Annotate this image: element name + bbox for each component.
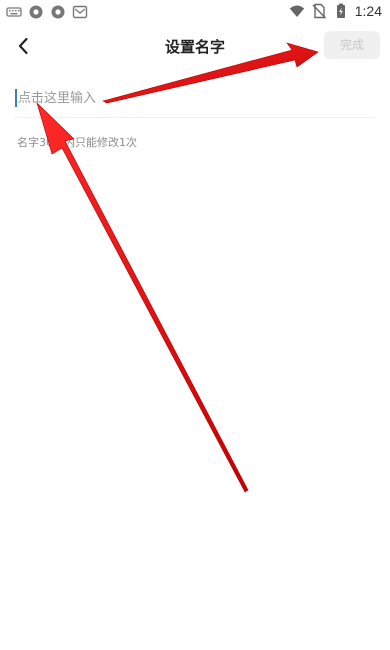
- circle-app-icon-2: [51, 5, 65, 19]
- name-input-row: [0, 80, 390, 116]
- input-divider: [14, 117, 374, 118]
- status-left-icons: [6, 4, 88, 20]
- mail-app-icon: [72, 5, 88, 19]
- arrow-to-name-input: [36, 101, 249, 493]
- status-time: 1:24: [354, 3, 382, 19]
- status-right-icons: 1:24: [289, 3, 382, 19]
- no-sim-icon: [312, 3, 326, 19]
- name-input[interactable]: [14, 84, 378, 112]
- circle-app-icon: [29, 5, 43, 19]
- chevron-left-icon[interactable]: [12, 34, 36, 58]
- keyboard-icon: [6, 7, 22, 17]
- screen: 1:24 设置名字 完成 名字30天内只能修改1次: [0, 0, 390, 650]
- rename-limit-hint: 名字30天内只能修改1次: [17, 136, 137, 149]
- status-bar: 1:24: [0, 0, 390, 24]
- nav-bar: 设置名字 完成: [0, 26, 390, 66]
- text-cursor: [15, 89, 17, 107]
- done-button[interactable]: 完成: [324, 31, 380, 59]
- battery-icon: [336, 3, 345, 18]
- wifi-icon: [289, 5, 304, 17]
